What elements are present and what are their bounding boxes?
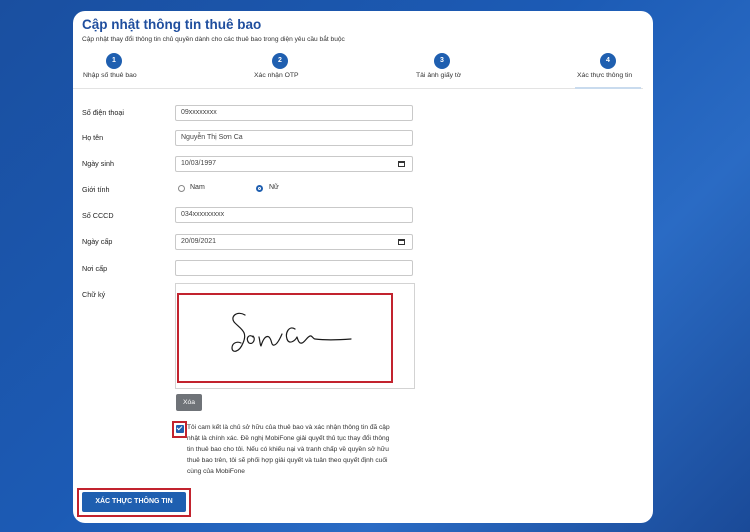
name-label: Họ tên — [82, 133, 104, 142]
step-3-label: Tải ảnh giấy tờ — [416, 72, 462, 79]
name-value: Nguyễn Thị Sơn Ca — [181, 134, 243, 141]
subscriber-update-form: Cập nhật thông tin thuê bao Cập nhật tha… — [73, 11, 653, 523]
page-subtitle: Cập nhật thay đổi thông tin chủ quyền dà… — [82, 36, 345, 43]
gender-option-female-label: Nữ — [269, 184, 279, 191]
commitment-checkbox[interactable] — [176, 425, 184, 433]
issue-place-field[interactable] — [175, 260, 413, 276]
step-1-label: Nhập số thuê bao — [83, 72, 137, 79]
dob-field[interactable]: 10/03/1997 — [175, 156, 413, 172]
signature-drawing — [231, 312, 352, 352]
clear-signature-button[interactable]: Xóa — [176, 394, 202, 411]
stepper-active-indicator — [575, 87, 641, 89]
cccd-label: Số CCCD — [82, 211, 114, 220]
gender-option-male-label: Nam — [190, 184, 205, 191]
gender-label: Giới tính — [82, 185, 110, 194]
gender-radio-male[interactable] — [178, 185, 185, 192]
commitment-text: Tôi cam kết là chủ sở hữu của thuê bao v… — [187, 424, 390, 475]
verify-info-button[interactable]: XÁC THỰC THÔNG TIN — [82, 492, 186, 512]
stepper-track — [73, 88, 643, 89]
issue-date-value: 20/09/2021 — [181, 238, 217, 245]
issue-date-field[interactable]: 20/09/2021 — [175, 234, 413, 250]
phone-field[interactable]: 09xxxxxxxx — [175, 105, 413, 121]
dob-label: Ngày sinh — [82, 159, 114, 168]
step-3-badge: 3 — [434, 53, 450, 69]
issue-date-label: Ngày cấp — [82, 237, 113, 246]
step-4-badge: 4 — [600, 53, 616, 69]
phone-label: Số điện thoại — [82, 108, 124, 117]
signature-label: Chữ ký — [82, 290, 106, 299]
step-2-badge: 2 — [272, 53, 288, 69]
gender-radio-group: Nam Nữ — [178, 184, 298, 195]
gender-radio-female[interactable] — [256, 185, 263, 192]
stepper: 1 Nhập số thuê bao 2 Xác nhận OTP 3 Tải … — [73, 51, 653, 93]
phone-value: 09xxxxxxxx — [181, 109, 217, 116]
step-2-label: Xác nhận OTP — [254, 72, 299, 79]
cccd-value: 034xxxxxxxxx — [181, 211, 225, 218]
calendar-icon[interactable] — [398, 239, 405, 245]
page-title: Cập nhật thông tin thuê bao — [82, 17, 262, 32]
calendar-icon[interactable] — [398, 161, 405, 167]
step-4-label: Xác thực thông tin — [577, 72, 633, 79]
dob-value: 10/03/1997 — [181, 160, 217, 167]
issue-place-label: Nơi cấp — [82, 264, 108, 273]
step-1-badge: 1 — [106, 53, 122, 69]
cccd-field[interactable]: 034xxxxxxxxx — [175, 207, 413, 223]
name-field[interactable]: Nguyễn Thị Sơn Ca — [175, 130, 413, 146]
